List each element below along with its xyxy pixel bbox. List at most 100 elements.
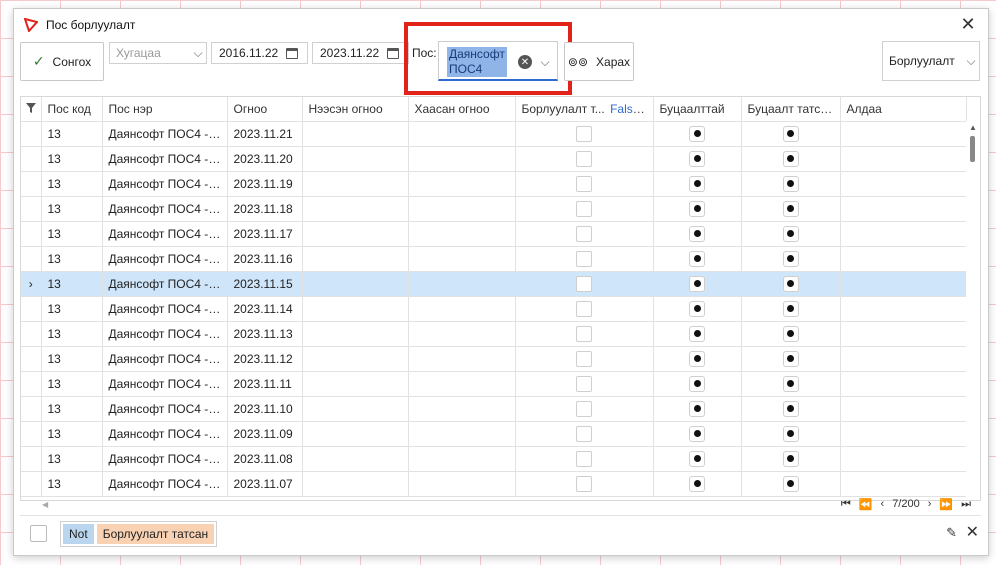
cell-opened-date[interactable]: [302, 221, 409, 247]
cell-opened-date[interactable]: [302, 246, 409, 272]
cell-opened-date[interactable]: [302, 396, 409, 422]
row-indicator[interactable]: [21, 421, 42, 447]
returns-pulled-indicator[interactable]: [782, 150, 799, 167]
row-indicator[interactable]: [21, 246, 42, 272]
cell-pos-code[interactable]: 13: [41, 346, 103, 372]
row-indicator[interactable]: [21, 396, 42, 422]
cell-date[interactable]: 2023.11.21: [227, 121, 303, 147]
cell-has-returns[interactable]: [653, 471, 742, 497]
row-indicator[interactable]: [21, 446, 42, 472]
cell-date[interactable]: 2023.11.14: [227, 296, 303, 322]
table-row[interactable]: 13 Даянсофт ПОС4 - (... 2023.11.10: [21, 396, 967, 422]
cell-sales-pulled[interactable]: [515, 171, 654, 197]
returns-pulled-indicator[interactable]: [782, 325, 799, 342]
cell-error[interactable]: [840, 246, 967, 272]
cell-pos-code[interactable]: 13: [41, 296, 103, 322]
cell-pos-name[interactable]: Даянсофт ПОС4 - (...: [102, 296, 228, 322]
col-header-pos-code[interactable]: Пос код: [41, 97, 103, 122]
sales-pulled-checkbox[interactable]: [576, 150, 592, 167]
returns-pulled-indicator[interactable]: [782, 125, 799, 142]
cell-pos-name[interactable]: Даянсофт ПОС4 - (...: [102, 321, 228, 347]
cell-date[interactable]: 2023.11.10: [227, 396, 303, 422]
filter-value-chip[interactable]: Борлуулалт татсан: [96, 524, 215, 544]
has-returns-indicator[interactable]: [689, 350, 705, 367]
has-returns-indicator[interactable]: [689, 275, 705, 292]
calendar-icon[interactable]: [387, 47, 400, 59]
cell-sales-pulled[interactable]: [515, 196, 654, 222]
sales-pulled-checkbox[interactable]: [576, 225, 592, 242]
cell-opened-date[interactable]: [302, 446, 409, 472]
calendar-icon[interactable]: [286, 47, 299, 59]
table-row[interactable]: › 13 Даянсофт ПОС4 - (... 2023.11.15: [21, 271, 967, 297]
cell-opened-date[interactable]: [302, 471, 409, 497]
row-indicator[interactable]: [21, 471, 42, 497]
has-returns-indicator[interactable]: [689, 150, 705, 167]
view-button[interactable]: ⊚⊚ Харах: [564, 42, 634, 81]
cell-has-returns[interactable]: [653, 246, 742, 272]
cell-pos-name[interactable]: Даянсофт ПОС4 - (...: [102, 171, 228, 197]
cell-opened-date[interactable]: [302, 371, 409, 397]
status-combo[interactable]: Борлуулалт ⌵: [882, 41, 980, 81]
cell-sales-pulled[interactable]: [515, 321, 654, 347]
sales-pulled-checkbox[interactable]: [576, 125, 592, 142]
cell-pos-name[interactable]: Даянсофт ПОС4 - (...: [102, 471, 228, 497]
first-page-icon[interactable]: ⏮: [841, 498, 851, 511]
cell-date[interactable]: 2023.11.18: [227, 196, 303, 222]
cell-closed-date[interactable]: [408, 321, 516, 347]
cell-returns-pulled[interactable]: [741, 271, 841, 297]
cell-returns-pulled[interactable]: [741, 221, 841, 247]
cell-opened-date[interactable]: [302, 171, 409, 197]
has-returns-indicator[interactable]: [689, 425, 705, 442]
cell-closed-date[interactable]: [408, 446, 516, 472]
scroll-left-icon[interactable]: ◀: [42, 500, 48, 509]
cell-closed-date[interactable]: [408, 271, 516, 297]
cell-pos-name[interactable]: Даянсофт ПОС4 - (...: [102, 446, 228, 472]
cell-returns-pulled[interactable]: [741, 296, 841, 322]
cell-closed-date[interactable]: [408, 371, 516, 397]
cell-pos-name[interactable]: Даянсофт ПОС4 - (...: [102, 196, 228, 222]
table-row[interactable]: 13 Даянсофт ПОС4 - (... 2023.11.18: [21, 196, 967, 222]
cell-sales-pulled[interactable]: [515, 121, 654, 147]
cell-closed-date[interactable]: [408, 146, 516, 172]
cell-pos-name[interactable]: Даянсофт ПОС4 - (...: [102, 346, 228, 372]
cell-returns-pulled[interactable]: [741, 471, 841, 497]
cell-error[interactable]: [840, 296, 967, 322]
filter-not-chip[interactable]: Not: [63, 524, 94, 544]
sales-pulled-checkbox[interactable]: [576, 325, 592, 342]
cell-closed-date[interactable]: [408, 421, 516, 447]
has-returns-indicator[interactable]: [689, 300, 705, 317]
scroll-thumb[interactable]: [970, 136, 975, 162]
cell-pos-code[interactable]: 13: [41, 471, 103, 497]
has-returns-indicator[interactable]: [689, 125, 705, 142]
period-combo[interactable]: Хугацаа ⌵: [109, 42, 207, 64]
cell-pos-code[interactable]: 13: [41, 321, 103, 347]
has-returns-indicator[interactable]: [689, 400, 705, 417]
cell-closed-date[interactable]: [408, 196, 516, 222]
scroll-up-icon[interactable]: ▲: [969, 123, 977, 132]
sales-pulled-checkbox[interactable]: [576, 275, 592, 292]
cell-opened-date[interactable]: [302, 271, 409, 297]
row-indicator[interactable]: [21, 221, 42, 247]
has-returns-indicator[interactable]: [689, 250, 705, 267]
cell-has-returns[interactable]: [653, 321, 742, 347]
next-page-group-icon[interactable]: ⏩: [939, 498, 953, 511]
returns-pulled-indicator[interactable]: [782, 400, 799, 417]
date-to-field[interactable]: 2023.11.22: [312, 42, 409, 64]
cell-error[interactable]: [840, 396, 967, 422]
col-header-closed-date[interactable]: Хаасан огноо: [408, 97, 516, 122]
cell-has-returns[interactable]: [653, 346, 742, 372]
cell-returns-pulled[interactable]: [741, 121, 841, 147]
cell-date[interactable]: 2023.11.16: [227, 246, 303, 272]
sales-pulled-checkbox[interactable]: [576, 400, 592, 417]
cell-date[interactable]: 2023.11.07: [227, 471, 303, 497]
next-page-icon[interactable]: ›: [928, 498, 932, 510]
returns-pulled-indicator[interactable]: [782, 350, 799, 367]
cell-has-returns[interactable]: [653, 221, 742, 247]
cell-pos-code[interactable]: 13: [41, 421, 103, 447]
table-row[interactable]: 13 Даянсофт ПОС4 - (... 2023.11.13: [21, 321, 967, 347]
cell-returns-pulled[interactable]: [741, 346, 841, 372]
has-returns-indicator[interactable]: [689, 200, 705, 217]
cell-error[interactable]: [840, 346, 967, 372]
cell-sales-pulled[interactable]: [515, 271, 654, 297]
cell-returns-pulled[interactable]: [741, 396, 841, 422]
